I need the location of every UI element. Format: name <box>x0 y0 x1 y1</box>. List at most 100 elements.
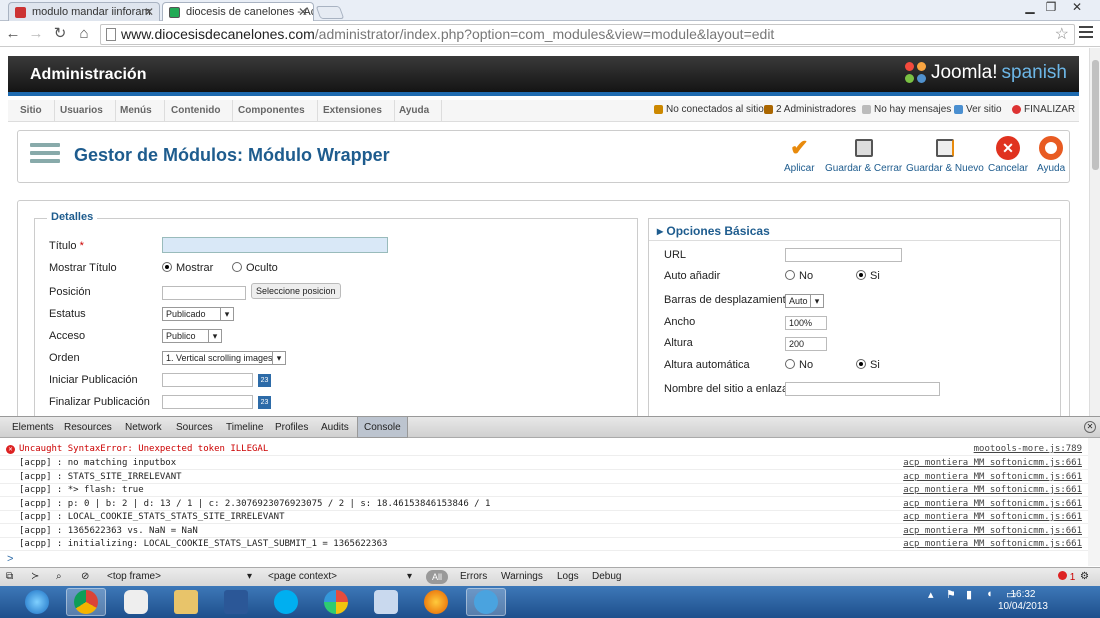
status-select[interactable]: Publicado <box>162 307 234 321</box>
app-icon[interactable] <box>466 588 506 616</box>
end-publishing-input[interactable] <box>162 395 253 409</box>
access-select[interactable]: Publico <box>162 329 222 343</box>
frame-select[interactable]: <top frame> <box>107 571 161 582</box>
status-admins[interactable]: 2 Administradores <box>764 104 856 115</box>
save-close-button[interactable]: Guardar & Cerrar <box>825 136 902 174</box>
log-source-link[interactable]: acp_montiera_MM_softonicmm.js:661 <box>903 484 1082 497</box>
filter-logs-button[interactable]: Logs <box>557 571 579 582</box>
console-scrollbar[interactable] <box>1088 438 1100 566</box>
start-publishing-input[interactable] <box>162 373 253 387</box>
browser-tab-1[interactable]: modulo mandar iinforam ✕ <box>8 2 160 21</box>
log-source-link[interactable]: acp_montiera_MM_softonicmm.js:661 <box>903 525 1082 538</box>
search-icon[interactable]: ⌕ <box>56 571 62 582</box>
menu-item-extensiones[interactable]: Extensiones <box>311 100 395 122</box>
gtalk-icon[interactable] <box>116 588 156 616</box>
tab-sources[interactable]: Sources <box>170 417 219 438</box>
network-icon[interactable]: ▮ <box>966 588 972 601</box>
explorer-icon[interactable] <box>166 588 206 616</box>
page-scrollbar[interactable] <box>1089 48 1100 416</box>
log-source-link[interactable]: acp_montiera_MM_softonicmm.js:661 <box>903 457 1082 470</box>
show-title-radio-hide[interactable]: Oculto <box>232 262 278 274</box>
reload-icon[interactable]: ↻ <box>51 25 69 43</box>
tab-elements[interactable]: Elements <box>6 417 60 438</box>
status-logout[interactable]: FINALIZAR <box>1012 104 1075 115</box>
bookmark-star-icon[interactable]: ☆ <box>1055 25 1069 44</box>
tab-console[interactable]: Console <box>357 417 408 438</box>
show-title-radio-show[interactable]: Mostrar <box>162 262 213 274</box>
height-input[interactable]: 200 <box>785 337 827 351</box>
close-devtools-icon[interactable]: ✕ <box>1084 421 1096 433</box>
log-source-link[interactable]: mootools-more.js:789 <box>974 443 1082 456</box>
tab-network[interactable]: Network <box>119 417 168 438</box>
scrollbars-select[interactable]: Auto <box>785 294 824 308</box>
minimize-icon[interactable]: ▁ <box>1019 0 1041 14</box>
title-input[interactable] <box>162 237 388 253</box>
menu-item-usuarios[interactable]: Usuarios <box>48 100 116 122</box>
paint-icon[interactable] <box>366 588 406 616</box>
taskbar-clock[interactable]: 16:32 10/04/2013 <box>998 589 1048 613</box>
order-select[interactable]: 1. Vertical scrolling images <box>162 351 286 365</box>
calendar-icon[interactable]: 23 <box>258 374 271 387</box>
dock-icon[interactable]: ⧉ <box>6 571 13 582</box>
menu-item-contenido[interactable]: Contenido <box>159 100 234 122</box>
menu-item-menus[interactable]: Menús <box>108 100 165 122</box>
help-button[interactable]: Ayuda <box>1037 136 1065 174</box>
home-icon[interactable]: ⌂ <box>75 25 93 43</box>
filter-debug-button[interactable]: Debug <box>592 571 621 582</box>
settings-gear-icon[interactable]: ⚙ <box>1080 571 1089 582</box>
width-input[interactable]: 100% <box>785 316 827 330</box>
ie-icon[interactable] <box>17 588 57 616</box>
menu-item-ayuda[interactable]: Ayuda <box>387 100 443 122</box>
status-not-connected[interactable]: No conectados al sitio <box>654 104 764 115</box>
close-tab-icon[interactable]: ✕ <box>144 5 154 19</box>
cancel-button[interactable]: ✕ Cancelar <box>988 136 1028 174</box>
chrome-icon[interactable] <box>66 588 106 616</box>
basic-options-header[interactable]: ▸ Opciones Básicas <box>649 219 1060 241</box>
console-prompt-input[interactable]: > <box>7 553 13 565</box>
picasa-icon[interactable] <box>316 588 356 616</box>
status-messages[interactable]: No hay mensajes <box>862 104 951 115</box>
select-position-button[interactable]: Seleccione posicion <box>251 283 341 299</box>
close-tab-icon[interactable]: ✕ <box>298 5 308 19</box>
menu-item-componentes[interactable]: Componentes <box>226 100 318 122</box>
auto-height-radio-no[interactable]: No <box>785 359 813 371</box>
tab-profiles[interactable]: Profiles <box>269 417 314 438</box>
log-source-link[interactable]: acp_montiera_MM_softonicmm.js:661 <box>903 471 1082 484</box>
auto-add-radio-yes[interactable]: Si <box>856 270 880 282</box>
url-field[interactable] <box>785 248 902 262</box>
close-window-icon[interactable]: ✕ <box>1066 0 1088 14</box>
clear-console-icon[interactable]: ⊘ <box>81 571 89 582</box>
position-input[interactable] <box>162 286 246 300</box>
url-input[interactable]: www.diocesisdecanelones.com/administrato… <box>100 24 1075 45</box>
volume-icon[interactable]: ◖ <box>986 588 993 600</box>
context-select[interactable]: <page context> <box>268 571 337 582</box>
flag-icon[interactable]: ⚑ <box>946 588 956 601</box>
filter-errors-button[interactable]: Errors <box>460 571 487 582</box>
filter-warnings-button[interactable]: Warnings <box>501 571 543 582</box>
apply-button[interactable]: ✔ Aplicar <box>784 135 815 174</box>
new-tab-button[interactable] <box>315 6 345 19</box>
log-source-link[interactable]: acp_montiera_MM_softonicmm.js:661 <box>903 538 1082 551</box>
skype-icon[interactable] <box>266 588 306 616</box>
tab-timeline[interactable]: Timeline <box>220 417 269 438</box>
firefox-icon[interactable] <box>416 588 456 616</box>
log-source-link[interactable]: acp_montiera_MM_softonicmm.js:661 <box>903 498 1082 511</box>
scrollbar-thumb[interactable] <box>1092 60 1099 170</box>
forward-icon[interactable]: → <box>27 25 45 43</box>
maximize-icon[interactable]: ❐ <box>1040 0 1062 14</box>
back-icon[interactable]: ← <box>4 25 22 43</box>
site-name-input[interactable] <box>785 382 940 396</box>
tab-audits[interactable]: Audits <box>315 417 355 438</box>
status-view-site[interactable]: Ver sitio <box>954 104 1002 115</box>
show-console-icon[interactable]: ≻ <box>31 571 39 582</box>
browser-tab-2[interactable]: diocesis de canelones - Ac ✕ <box>162 2 314 21</box>
save-new-button[interactable]: Guardar & Nuevo <box>906 136 984 174</box>
calendar-icon[interactable]: 23 <box>258 396 271 409</box>
error-count-badge[interactable]: 1 <box>1058 571 1075 583</box>
auto-height-radio-yes[interactable]: Si <box>856 359 880 371</box>
word-icon[interactable] <box>216 588 256 616</box>
tray-expand-icon[interactable]: ▴ <box>928 588 934 601</box>
log-source-link[interactable]: acp_montiera_MM_softonicmm.js:661 <box>903 511 1082 524</box>
tab-resources[interactable]: Resources <box>58 417 118 438</box>
filter-all-button[interactable]: All <box>426 570 448 584</box>
